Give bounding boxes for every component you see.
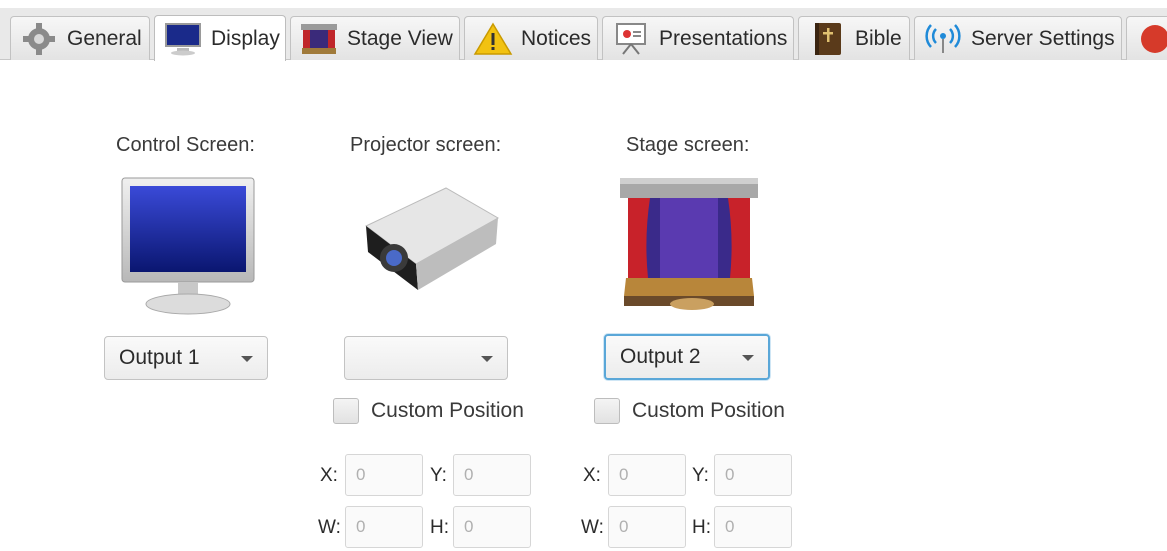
stage-w-input[interactable]: 0 <box>608 506 686 548</box>
dropdown-value: Output 2 <box>620 345 701 368</box>
tab-stage-view[interactable]: Stage View <box>290 16 460 60</box>
tab-presentations[interactable]: Presentations <box>602 16 794 60</box>
tab-display[interactable]: Display <box>154 15 286 61</box>
stage-icon <box>299 22 339 56</box>
tab-bible[interactable]: Bible <box>798 16 910 60</box>
stage-y-input[interactable]: 0 <box>714 454 792 496</box>
tab-notices[interactable]: Notices <box>464 16 598 60</box>
tab-label: Server Settings <box>971 26 1115 50</box>
bible-icon <box>807 22 847 56</box>
broadcast-icon <box>923 22 963 56</box>
checkbox-label: Custom Position <box>632 399 785 422</box>
warning-icon <box>473 22 513 56</box>
gear-icon <box>19 22 59 56</box>
projector-w-input[interactable]: 0 <box>345 506 423 548</box>
stage-y-label: Y: <box>692 465 709 486</box>
stage-w-label: W: <box>581 517 604 538</box>
tab-label: General <box>67 26 142 50</box>
stage-custom-position[interactable]: Custom Position <box>594 398 785 424</box>
projector-x-input[interactable]: 0 <box>345 454 423 496</box>
chevron-down-icon <box>481 356 493 362</box>
tab-overflow[interactable] <box>1126 16 1167 60</box>
projector-custom-position[interactable]: Custom Position <box>333 398 524 424</box>
tab-label: Bible <box>855 26 902 50</box>
projector-h-label: H: <box>430 517 449 538</box>
projector-screen-title: Projector screen: <box>350 134 502 156</box>
projector-custom-position-checkbox[interactable] <box>333 398 359 424</box>
projector-screen-dropdown[interactable] <box>344 336 508 380</box>
projector-w-label: W: <box>318 517 341 538</box>
projector-h-input[interactable]: 0 <box>453 506 531 548</box>
tab-label: Stage View <box>347 26 453 50</box>
chevron-down-icon <box>742 355 754 361</box>
projector-y-label: Y: <box>430 465 447 486</box>
checkbox-label: Custom Position <box>371 399 524 422</box>
control-screen-title: Control Screen: <box>116 134 255 156</box>
control-screen-dropdown[interactable]: Output 1 <box>104 336 268 380</box>
stage-screen-title: Stage screen: <box>626 134 750 156</box>
stage-custom-position-checkbox[interactable] <box>594 398 620 424</box>
monitor-icon <box>163 22 203 56</box>
stage-h-label: H: <box>692 517 711 538</box>
projector-x-label: X: <box>320 465 338 486</box>
presentation-icon <box>611 22 651 56</box>
stage-x-input[interactable]: 0 <box>608 454 686 496</box>
stage-h-input[interactable]: 0 <box>714 506 792 548</box>
projector-image <box>356 178 502 300</box>
chevron-down-icon <box>241 356 253 362</box>
tab-label: Display <box>211 26 280 50</box>
stage-x-label: X: <box>583 465 601 486</box>
tab-label: Notices <box>521 26 592 50</box>
tab-server-settings[interactable]: Server Settings <box>914 16 1122 60</box>
dropdown-value: Output 1 <box>119 346 200 369</box>
tab-label: Presentations <box>659 26 788 50</box>
stage-image <box>620 178 758 314</box>
tab-general[interactable]: General <box>10 16 150 60</box>
projector-y-input[interactable]: 0 <box>453 454 531 496</box>
monitor-image <box>120 176 256 320</box>
record-icon <box>1135 22 1167 56</box>
stage-screen-dropdown[interactable]: Output 2 <box>604 334 770 380</box>
tab-bar: General Display Stage View Notices Prese… <box>0 8 1167 61</box>
